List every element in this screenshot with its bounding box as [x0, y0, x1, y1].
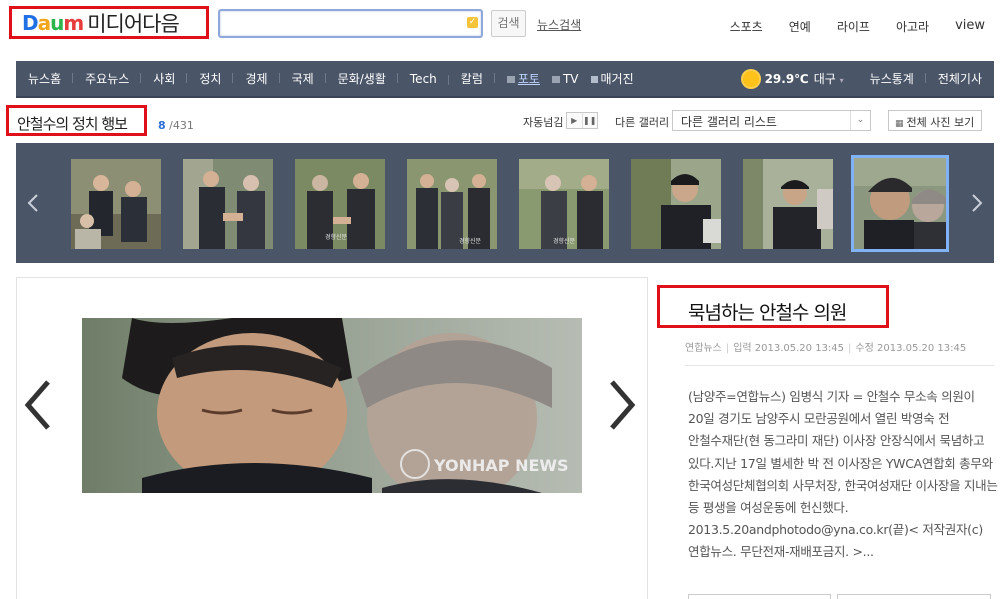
- thumbnail-strip: 경향신문 경향신문 경향신문: [16, 143, 994, 263]
- next-photo-arrow-icon[interactable]: [608, 378, 638, 432]
- header: Daum 미디어다음 ✓ 검색 뉴스검색 스포츠 연예 라이프 아고라 view: [0, 0, 1007, 52]
- navbar-right: 29.9℃ 대구 ▾ 뉴스통계 전체기사: [742, 70, 994, 87]
- camera-icon: [506, 76, 515, 83]
- nav-politics[interactable]: 정치: [187, 70, 234, 87]
- other-gallery-label: 다른 갤러리: [615, 116, 670, 129]
- main-photo: YONHAP NEWS: [82, 318, 582, 493]
- nav-column[interactable]: 칼럼: [449, 70, 495, 87]
- nav-all-articles[interactable]: 전체기사: [926, 70, 994, 87]
- pause-icon[interactable]: ❚❚: [581, 113, 598, 128]
- play-icon[interactable]: ▶: [567, 113, 582, 128]
- svg-text:경향신문: 경향신문: [325, 233, 348, 241]
- all-photos-button[interactable]: ▦ 전체 사진 보기: [888, 110, 982, 131]
- gallery-title: 안철수의 정치 행보: [6, 105, 147, 136]
- nav-photo[interactable]: 포토: [495, 70, 552, 87]
- chevron-down-icon: ⌄: [850, 111, 870, 130]
- divider: [685, 365, 994, 366]
- weather-temp: 29.9℃: [764, 71, 809, 86]
- article-posted: 입력 2013.05.20 13:45: [733, 343, 845, 354]
- top-nav-agora[interactable]: 아고라: [883, 18, 942, 35]
- thumbnail[interactable]: [743, 159, 833, 249]
- nav-tv[interactable]: TV: [551, 72, 591, 86]
- nav-culture[interactable]: 문화/생활: [326, 70, 399, 87]
- nav-news-home[interactable]: 뉴스홈: [16, 70, 74, 87]
- nav-magazine[interactable]: 매거진: [590, 70, 646, 87]
- thumbnail-active[interactable]: [851, 155, 949, 252]
- article-modified: 수정 2013.05.20 13:45: [855, 343, 967, 354]
- top-nav: 스포츠 연예 라이프 아고라 view: [717, 18, 985, 35]
- top-nav-life[interactable]: 라이프: [824, 18, 883, 35]
- nav-top-news[interactable]: 주요뉴스: [73, 70, 142, 87]
- photo-counter: 8 /431: [158, 119, 194, 132]
- strip-next-arrow-icon[interactable]: [960, 143, 994, 263]
- grid-icon: ▦: [895, 119, 904, 129]
- article-source: 연합뉴스: [685, 343, 722, 354]
- nav-society[interactable]: 사회: [141, 70, 188, 87]
- thumbnail[interactable]: [631, 159, 721, 249]
- other-gallery-select[interactable]: 다른 갤러리 리스트 ⌄: [672, 110, 871, 131]
- logo-text: 미디어다음: [87, 11, 180, 36]
- svg-text:경향신문: 경향신문: [459, 237, 482, 245]
- tv-icon: [551, 75, 560, 83]
- nav-international[interactable]: 국제: [280, 70, 326, 87]
- sun-icon: [742, 70, 759, 87]
- top-nav-sports[interactable]: 스포츠: [717, 18, 776, 35]
- news-search-link[interactable]: 뉴스검색: [537, 16, 581, 33]
- top-nav-view[interactable]: view: [942, 18, 985, 35]
- search-input[interactable]: ✓: [218, 9, 483, 38]
- autoplay-label: 자동넘김: [523, 116, 564, 129]
- thumbnail[interactable]: [71, 159, 161, 249]
- thumbnail[interactable]: 경향신문: [407, 159, 497, 249]
- nav-news-stats[interactable]: 뉴스통계: [858, 70, 927, 87]
- article-body: (남양주=연합뉴스) 임병식 기자 = 안철수 무소속 의원이 20일 경기도 …: [688, 389, 998, 560]
- daum-logo-icon: Daum: [22, 10, 84, 35]
- thumbnail[interactable]: 경향신문: [519, 159, 609, 249]
- article-title: 묵념하는 안철수 의원: [657, 285, 889, 328]
- article-action-button[interactable]: [837, 594, 991, 599]
- main-navbar: 뉴스홈 주요뉴스 사회 정치 경제 국제 문화/생활 Tech 칼럼 포토 TV…: [16, 61, 994, 98]
- photo-watermark: YONHAP NEWS: [433, 456, 569, 475]
- nav-tech[interactable]: Tech: [398, 72, 449, 86]
- magazine-icon: [590, 76, 598, 83]
- nav-economy[interactable]: 경제: [233, 70, 280, 87]
- svg-text:경향신문: 경향신문: [553, 237, 576, 245]
- article-action-button[interactable]: [688, 594, 831, 599]
- autoplay-control: ▶ ❚❚: [566, 112, 598, 129]
- strip-prev-arrow-icon[interactable]: [16, 143, 50, 263]
- prev-photo-arrow-icon[interactable]: [22, 378, 52, 432]
- search-button[interactable]: 검색: [491, 10, 526, 37]
- search-suggest-icon[interactable]: ✓: [467, 17, 478, 28]
- thumbnail[interactable]: [183, 159, 273, 249]
- thumbnail[interactable]: 경향신문: [295, 159, 385, 249]
- article-meta: 연합뉴스 | 입력 2013.05.20 13:45 | 수정 2013.05.20 1…: [685, 343, 967, 354]
- site-logo[interactable]: Daum 미디어다음: [9, 6, 209, 39]
- weather-city[interactable]: 대구 ▾: [814, 70, 844, 87]
- top-nav-entertainment[interactable]: 연예: [776, 18, 824, 35]
